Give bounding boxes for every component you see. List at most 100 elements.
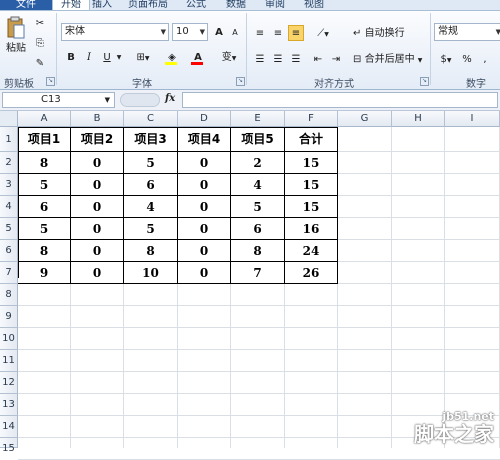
number-format-dropdown[interactable]: 常规 ▼	[434, 23, 500, 41]
row-header-5[interactable]: 5	[0, 218, 18, 240]
table-cell[interactable]: 10	[124, 262, 178, 284]
table-cell[interactable]: 15	[285, 196, 338, 218]
table-header-cell[interactable]: 项目5	[231, 127, 285, 152]
comma-button[interactable]: ,	[478, 51, 492, 67]
increase-indent-button[interactable]: ⇥	[328, 51, 344, 67]
name-box[interactable]: C13 ▼	[2, 92, 115, 108]
percent-button[interactable]: %	[460, 51, 474, 67]
table-cell[interactable]: 16	[285, 218, 338, 240]
table-cell[interactable]: 0	[71, 196, 124, 218]
column-header-c[interactable]: C	[124, 111, 178, 127]
column-header-d[interactable]: D	[178, 111, 231, 127]
insert-function-icon[interactable]: fx	[165, 93, 175, 104]
row-header-4[interactable]: 4	[0, 196, 18, 218]
formula-input[interactable]	[182, 92, 498, 108]
table-cell[interactable]: 6	[18, 196, 71, 218]
row-header-6[interactable]: 6	[0, 240, 18, 262]
table-cell[interactable]: 0	[71, 152, 124, 174]
table-cell[interactable]: 15	[285, 152, 338, 174]
table-cell[interactable]: 0	[71, 240, 124, 262]
table-cell[interactable]: 0	[178, 218, 231, 240]
tab-file[interactable]: 文件	[0, 0, 52, 10]
table-cell[interactable]: 2	[231, 152, 285, 174]
row-header-14[interactable]: 14	[0, 416, 18, 438]
tab-home[interactable]: 开始	[52, 0, 90, 10]
table-cell[interactable]: 0	[71, 262, 124, 284]
borders-button[interactable]: ⊞▼	[132, 49, 154, 67]
fill-color-button[interactable]: ◈	[162, 49, 182, 67]
tab-view[interactable]: 视图	[304, 0, 324, 10]
font-launcher-icon[interactable]: ↘	[236, 77, 245, 86]
table-cell[interactable]: 5	[124, 218, 178, 240]
column-header-b[interactable]: B	[71, 111, 124, 127]
tab-review[interactable]: 审阅	[265, 0, 285, 10]
wrap-text-button[interactable]: ↵ 自动换行	[352, 25, 416, 41]
clipboard-launcher-icon[interactable]: ↘	[46, 77, 55, 86]
row-header-3[interactable]: 3	[0, 174, 18, 196]
row-header-8[interactable]: 8	[0, 284, 18, 306]
underline-button[interactable]: U	[100, 49, 114, 67]
format-painter-button[interactable]: ✎	[32, 55, 48, 71]
font-name-dropdown[interactable]: 宋体 ▼	[61, 23, 169, 41]
column-header-g[interactable]: G	[338, 111, 392, 127]
table-cell[interactable]: 4	[231, 174, 285, 196]
column-header-h[interactable]: H	[392, 111, 445, 127]
table-header-cell[interactable]: 合计	[285, 127, 338, 152]
table-cell[interactable]: 26	[285, 262, 338, 284]
align-right-button[interactable]: ☰	[288, 51, 304, 67]
column-header-f[interactable]: F	[285, 111, 338, 127]
row-header-1[interactable]: 1	[0, 127, 18, 152]
table-header-cell[interactable]: 项目3	[124, 127, 178, 152]
row-header-15[interactable]: 15	[0, 438, 18, 454]
row-header-2[interactable]: 2	[0, 152, 18, 174]
formula-bar-grip[interactable]	[120, 93, 160, 107]
table-cell[interactable]: 15	[285, 174, 338, 196]
table-cell[interactable]: 0	[178, 262, 231, 284]
copy-button[interactable]: ⎘	[32, 35, 48, 51]
table-cell[interactable]: 9	[18, 262, 71, 284]
align-left-button[interactable]: ☰	[252, 51, 268, 67]
table-header-cell[interactable]: 项目4	[178, 127, 231, 152]
row-header-10[interactable]: 10	[0, 328, 18, 350]
table-cell[interactable]: 5	[18, 218, 71, 240]
table-cell[interactable]: 8	[18, 240, 71, 262]
font-color-button[interactable]: A	[188, 49, 208, 67]
table-cell[interactable]: 5	[231, 196, 285, 218]
table-cell[interactable]: 24	[285, 240, 338, 262]
align-top-button[interactable]: ≡	[252, 25, 268, 41]
row-header-7[interactable]: 7	[0, 262, 18, 284]
bold-button[interactable]: B	[64, 49, 78, 67]
paste-button[interactable]: 粘贴	[4, 15, 28, 59]
font-size-dropdown[interactable]: 10 ▼	[172, 23, 208, 41]
row-header-12[interactable]: 12	[0, 372, 18, 394]
accounting-format-button[interactable]: $▼	[436, 51, 456, 67]
table-cell[interactable]: 8	[124, 240, 178, 262]
table-header-cell[interactable]: 项目2	[71, 127, 124, 152]
table-cell[interactable]: 0	[71, 174, 124, 196]
row-header-11[interactable]: 11	[0, 350, 18, 372]
column-header-a[interactable]: A	[18, 111, 71, 127]
row-header-9[interactable]: 9	[0, 306, 18, 328]
tab-data[interactable]: 数据	[226, 0, 246, 10]
tab-page-layout[interactable]: 页面布局	[128, 0, 168, 10]
cut-button[interactable]: ✂	[32, 15, 48, 31]
table-cell[interactable]: 8	[18, 152, 71, 174]
table-cell[interactable]: 6	[231, 218, 285, 240]
table-cell[interactable]: 8	[231, 240, 285, 262]
table-cell[interactable]: 5	[124, 152, 178, 174]
table-cell[interactable]: 0	[178, 240, 231, 262]
table-cell[interactable]: 0	[178, 196, 231, 218]
align-middle-button[interactable]: ≡	[270, 25, 286, 41]
decrease-indent-button[interactable]: ⇤	[310, 51, 326, 67]
grow-font-button[interactable]: A	[212, 24, 226, 40]
merge-center-button[interactable]: ⊟ 合并后居中 ▼	[352, 51, 430, 67]
table-cell[interactable]: 7	[231, 262, 285, 284]
tab-formulas[interactable]: 公式	[186, 0, 206, 10]
table-cell[interactable]: 0	[178, 174, 231, 196]
tab-insert[interactable]: 插入	[92, 0, 112, 10]
table-cell[interactable]: 0	[71, 218, 124, 240]
table-cell[interactable]: 0	[178, 152, 231, 174]
select-all-corner[interactable]	[0, 111, 18, 127]
orientation-button[interactable]: ⟋▼	[312, 25, 334, 41]
table-cell[interactable]: 5	[18, 174, 71, 196]
